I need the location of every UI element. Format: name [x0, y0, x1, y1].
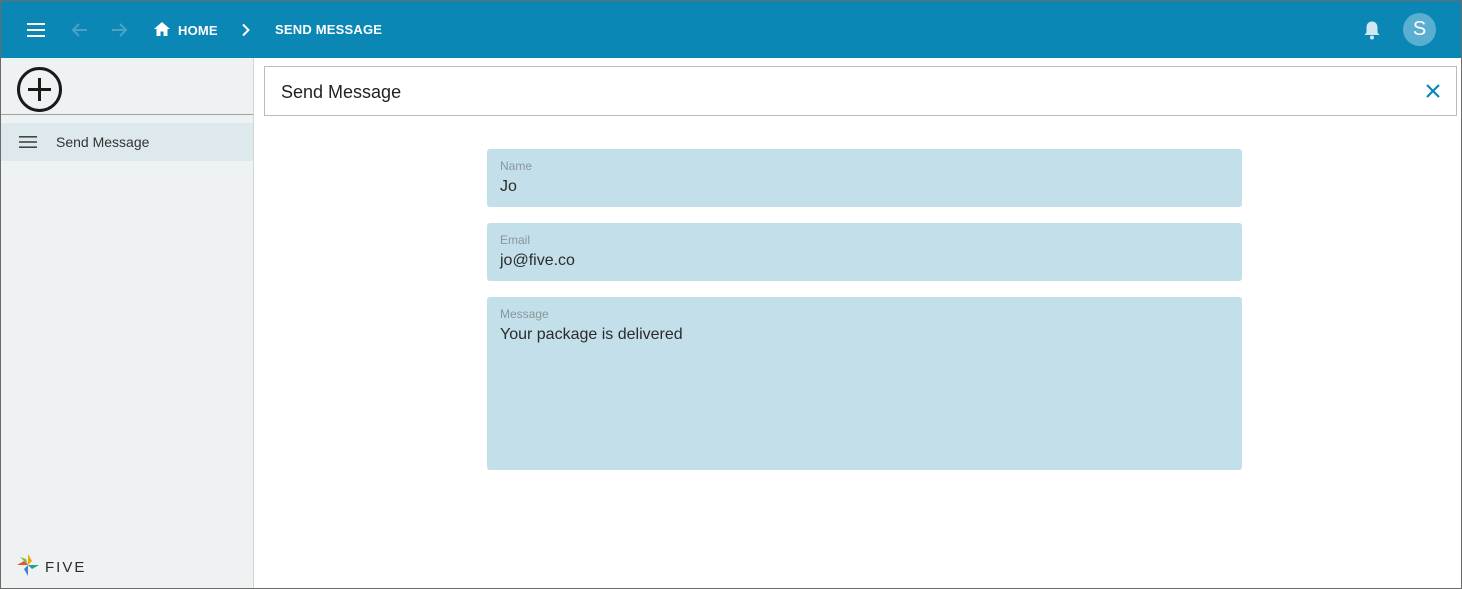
user-avatar[interactable]: S — [1403, 13, 1436, 46]
chevron-right-icon — [238, 21, 254, 39]
sidebar-divider — [1, 114, 253, 115]
name-field-value[interactable]: Jo — [500, 178, 517, 196]
sidebar: Send Message FIVE — [1, 58, 254, 588]
logo-text: FIVE — [45, 559, 87, 576]
message-field-label: Message — [500, 307, 549, 321]
top-app-bar: HOME SEND MESSAGE S — [1, 1, 1461, 58]
message-field-value[interactable]: Your package is delivered — [500, 326, 683, 344]
name-field-label: Name — [500, 159, 533, 173]
plus-circle-icon[interactable] — [16, 66, 63, 113]
list-icon — [18, 135, 38, 149]
sidebar-item-send-message[interactable]: Send Message — [1, 123, 253, 161]
breadcrumb-home[interactable]: HOME — [153, 19, 218, 41]
form-header: Send Message — [264, 66, 1457, 116]
five-logo: FIVE — [16, 553, 86, 582]
close-icon[interactable] — [1422, 80, 1444, 102]
message-field[interactable]: Message Your package is delivered — [487, 297, 1242, 470]
breadcrumb-home-label: HOME — [178, 22, 218, 38]
pinwheel-icon — [16, 553, 40, 582]
breadcrumb-current: SEND MESSAGE — [275, 22, 383, 37]
name-field[interactable]: Name Jo — [487, 149, 1242, 207]
bell-icon[interactable] — [1357, 15, 1387, 45]
email-field[interactable]: Email jo@five.co — [487, 223, 1242, 281]
page-title: Send Message — [281, 82, 402, 102]
app-window: HOME SEND MESSAGE S Send Message FIVE Se… — [0, 0, 1462, 589]
arrow-left-icon[interactable] — [65, 15, 95, 45]
home-icon — [153, 21, 178, 40]
sidebar-item-label: Send Message — [56, 134, 150, 150]
email-field-label: Email — [500, 233, 531, 247]
email-field-value[interactable]: jo@five.co — [500, 252, 575, 270]
hamburger-menu-icon[interactable] — [21, 15, 51, 45]
main-content: Send Message Name Jo Email jo@five.co Me… — [255, 58, 1461, 588]
arrow-right-icon[interactable] — [104, 15, 134, 45]
